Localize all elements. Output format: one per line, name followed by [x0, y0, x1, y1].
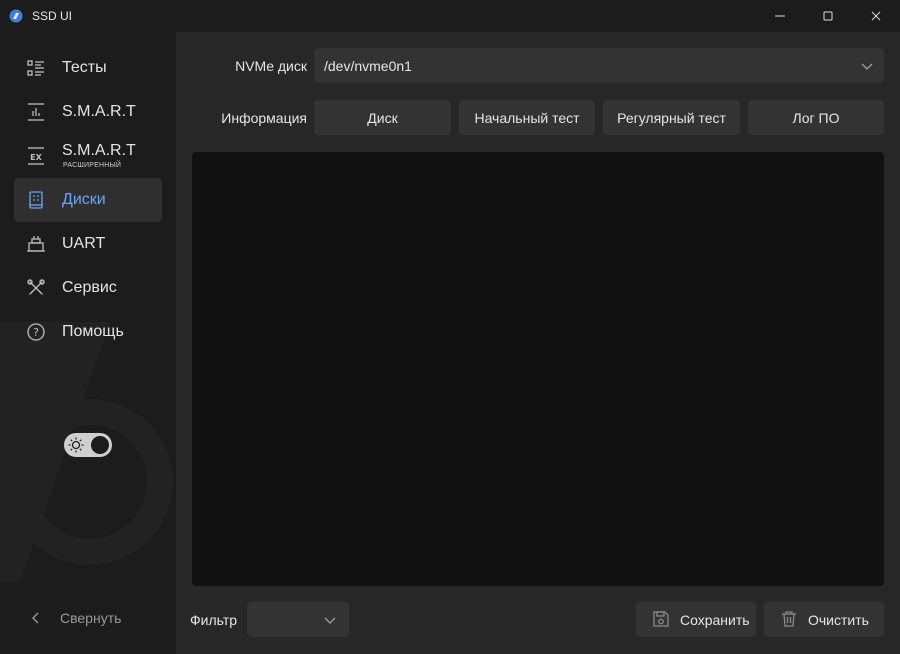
- sidebar-item-label: S.M.A.R.T: [62, 103, 136, 120]
- tools-icon: [27, 279, 45, 295]
- collapse-sidebar-button[interactable]: Свернуть: [28, 606, 148, 630]
- sidebar: Тесты S.M.A.R.T EX S.M.A.R.T РАСШИРЕННЫЙ: [0, 32, 176, 654]
- maximize-icon: [823, 11, 833, 21]
- save-button[interactable]: Сохранить: [636, 602, 756, 637]
- sidebar-item-uart[interactable]: UART: [14, 222, 162, 266]
- ex-icon: EX: [28, 147, 44, 165]
- svg-text:?: ?: [33, 326, 39, 339]
- sidebar-item-label: Диски: [62, 191, 106, 208]
- sidebar-item-smart-extended[interactable]: EX S.M.A.R.T РАСШИРЕННЫЙ: [14, 134, 162, 178]
- filter-select[interactable]: [247, 602, 349, 637]
- minimize-icon: [775, 15, 785, 17]
- sidebar-item-service[interactable]: Сервис: [14, 266, 162, 310]
- main-panel: NVMe диск /dev/nvme0n1 Информация Диск Н…: [176, 32, 900, 654]
- sidebar-item-label: Помощь: [62, 323, 124, 340]
- disk-icon: [29, 191, 43, 209]
- close-icon: [871, 11, 881, 21]
- collapse-label: Свернуть: [60, 610, 122, 626]
- sidebar-item-smart[interactable]: S.M.A.R.T: [14, 90, 162, 134]
- clear-label: Очистить: [808, 612, 869, 628]
- sidebar-item-label: S.M.A.R.T: [62, 142, 136, 159]
- info-label: Информация: [221, 110, 307, 126]
- svg-text:EX: EX: [30, 153, 42, 162]
- sidebar-item-label: Сервис: [62, 279, 117, 296]
- sidebar-item-help[interactable]: ? Помощь: [14, 310, 162, 354]
- sun-icon: [68, 437, 84, 453]
- chevron-down-icon: [861, 63, 873, 70]
- sidebar-item-sublabel: РАСШИРЕННЫЙ: [63, 162, 122, 169]
- trash-icon: [782, 611, 796, 627]
- save-icon: [653, 611, 669, 627]
- save-label: Сохранить: [680, 612, 750, 628]
- device-select[interactable]: /dev/nvme0n1: [314, 48, 884, 83]
- title-bar: SSD UI: [0, 0, 900, 32]
- minimize-button[interactable]: [757, 0, 803, 32]
- tab-regular-test[interactable]: Регулярный тест: [603, 100, 740, 135]
- sidebar-item-disks[interactable]: Диски: [14, 178, 162, 222]
- chevron-left-icon: [32, 612, 39, 624]
- uart-icon: [27, 236, 45, 252]
- tests-list-icon: [27, 60, 44, 76]
- toggle-knob: [91, 436, 109, 454]
- log-output-area[interactable]: [192, 152, 884, 586]
- chart-icon: [28, 103, 44, 121]
- tab-software-log[interactable]: Лог ПО: [748, 100, 884, 135]
- tab-initial-test[interactable]: Начальный тест: [459, 100, 595, 135]
- theme-toggle[interactable]: [64, 433, 112, 457]
- sidebar-item-label: UART: [62, 235, 106, 252]
- tab-disk[interactable]: Диск: [314, 100, 451, 135]
- sidebar-item-label: Тесты: [62, 59, 107, 76]
- sidebar-item-tests[interactable]: Тесты: [14, 46, 162, 90]
- clear-button[interactable]: Очистить: [764, 602, 884, 637]
- app-logo-icon: [9, 9, 23, 23]
- help-icon: ?: [27, 323, 45, 341]
- chevron-down-icon: [324, 617, 336, 624]
- maximize-button[interactable]: [805, 0, 851, 32]
- close-button[interactable]: [853, 0, 899, 32]
- window-title: SSD UI: [32, 9, 73, 23]
- device-label: NVMe диск: [235, 58, 307, 74]
- filter-label: Фильтр: [190, 612, 238, 628]
- device-select-value: /dev/nvme0n1: [324, 58, 412, 74]
